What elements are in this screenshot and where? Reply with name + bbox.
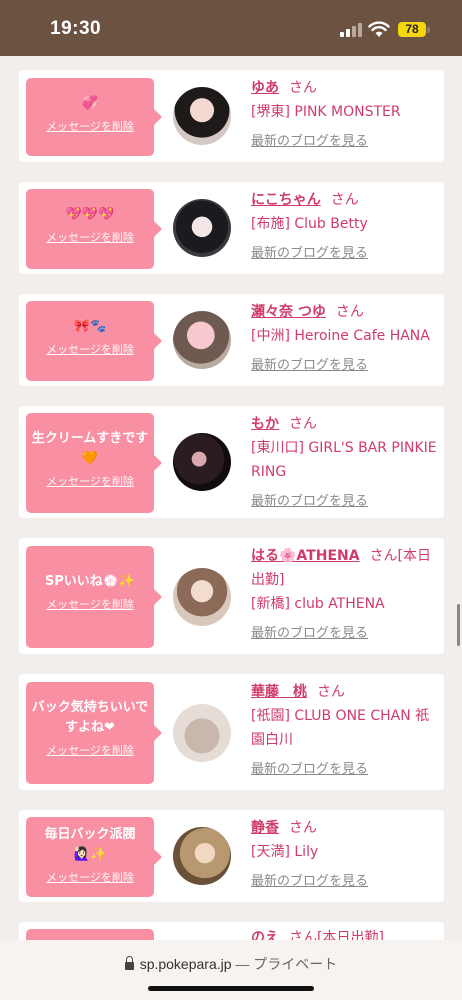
shop-name: [新橋] club ATHENA bbox=[251, 596, 385, 612]
honorific: さん bbox=[289, 416, 317, 432]
shop-name: [祇園] CLUB ONE CHAN 祇園白川 bbox=[251, 708, 430, 748]
avatar[interactable] bbox=[173, 827, 231, 885]
delete-message-link[interactable]: メッセージを削除 bbox=[30, 869, 150, 885]
avatar[interactable] bbox=[173, 568, 231, 626]
shop-name: [東川口] GIRL'S BAR PINKIE RING bbox=[251, 440, 437, 480]
cast-name-link[interactable]: にこちゃん bbox=[251, 192, 321, 208]
delete-message-link[interactable]: メッセージを削除 bbox=[30, 341, 150, 357]
message-text: 💞 bbox=[81, 96, 99, 111]
message-bubble: 生クリームすきです🧡 メッセージを削除 bbox=[26, 413, 162, 513]
honorific: さん bbox=[289, 80, 317, 96]
cast-name-link[interactable]: 瀬々奈 つゆ bbox=[251, 304, 326, 320]
honorific: さん bbox=[330, 192, 359, 208]
latest-blog-link[interactable]: 最新のブログを見る bbox=[251, 242, 439, 261]
message-bubble: バック気持ちいいですよね❤ メッセージを削除 bbox=[26, 682, 162, 784]
latest-blog-link[interactable]: 最新のブログを見る bbox=[251, 870, 439, 889]
message-bubble: 💖💖💖 メッセージを削除 bbox=[26, 189, 162, 269]
honorific: さん bbox=[289, 820, 317, 836]
message-text: 💖💖💖 bbox=[65, 207, 115, 222]
cellular-signal-icon bbox=[340, 23, 362, 37]
delete-message-link[interactable]: メッセージを削除 bbox=[30, 742, 150, 758]
battery-icon: 78 bbox=[398, 22, 426, 37]
message-text: 🎀🐾 bbox=[73, 319, 107, 334]
shop-name: [天満] Lily bbox=[251, 844, 319, 860]
message-text: SPいいね💮✨ bbox=[44, 574, 136, 589]
latest-blog-link[interactable]: 最新のブログを見る bbox=[251, 490, 439, 509]
avatar[interactable] bbox=[173, 87, 231, 145]
cast-name-link[interactable]: はる🌸ATHENA bbox=[251, 548, 360, 564]
honorific: さん bbox=[335, 304, 364, 320]
shop-name: [中洲] Heroine Cafe HANA bbox=[251, 328, 430, 344]
url-domain: sp.pokepara.jp bbox=[139, 956, 232, 972]
honorific: さん bbox=[317, 684, 345, 700]
shop-name: [堺東] PINK MONSTER bbox=[251, 104, 401, 120]
latest-blog-link[interactable]: 最新のブログを見る bbox=[251, 130, 439, 149]
message-bubble: SPいいね💮✨ メッセージを削除 bbox=[26, 546, 162, 648]
shop-name: [布施] Club Betty bbox=[251, 216, 368, 232]
wifi-icon bbox=[368, 21, 390, 37]
private-label: — プライベート bbox=[235, 956, 338, 972]
avatar[interactable] bbox=[173, 704, 231, 762]
lock-icon bbox=[124, 956, 134, 970]
message-bubble: 💞 メッセージを削除 bbox=[26, 78, 162, 156]
latest-blog-link[interactable]: 最新のブログを見る bbox=[251, 758, 439, 777]
cast-name-link[interactable]: 静香 bbox=[251, 820, 279, 836]
cast-name-link[interactable]: ゆあ bbox=[251, 80, 279, 96]
message-card: 毎日バック派閥🙋🏻‍♀️✨ メッセージを削除 静香 さん [天満] Lily 最新… bbox=[19, 810, 444, 902]
delete-message-link[interactable]: メッセージを削除 bbox=[30, 596, 150, 612]
message-text: バック気持ちいいですよね❤ bbox=[31, 700, 149, 735]
latest-blog-link[interactable]: 最新のブログを見る bbox=[251, 354, 439, 373]
status-bar: 19:30 78 bbox=[0, 0, 462, 56]
message-bubble: 🎀🐾 メッセージを削除 bbox=[26, 301, 162, 381]
home-indicator[interactable] bbox=[148, 986, 314, 991]
avatar[interactable] bbox=[173, 311, 231, 369]
latest-blog-link[interactable]: 最新のブログを見る bbox=[251, 622, 439, 641]
avatar[interactable] bbox=[173, 433, 231, 491]
delete-message-link[interactable]: メッセージを削除 bbox=[30, 118, 150, 134]
message-card: 💖💖💖 メッセージを削除 にこちゃん さん [布施] Club Betty 最新の… bbox=[19, 182, 444, 274]
message-card: バック気持ちいいですよね❤ メッセージを削除 華藤 桃さん [祇園] CLUB … bbox=[19, 674, 444, 790]
message-text: 生クリームすきです🧡 bbox=[31, 431, 149, 466]
message-card: 生クリームすきです🧡 メッセージを削除 もか さん [東川口] GIRL'S BA… bbox=[19, 406, 444, 518]
delete-message-link[interactable]: メッセージを削除 bbox=[30, 229, 150, 245]
message-card: 💞 メッセージを削除 ゆあ さん [堺東] PINK MONSTER 最新のブログ… bbox=[19, 70, 444, 162]
scroll-indicator[interactable] bbox=[457, 604, 460, 646]
battery-tip bbox=[427, 27, 430, 33]
cast-name-link[interactable]: 華藤 桃 bbox=[251, 684, 307, 700]
avatar[interactable] bbox=[173, 199, 231, 257]
cast-name-link[interactable]: もか bbox=[251, 416, 279, 432]
message-card: SPいいね💮✨ メッセージを削除 はる🌸ATHENA さん[本日出勤] [新橋] … bbox=[19, 538, 444, 654]
message-text: 毎日バック派閥🙋🏻‍♀️✨ bbox=[44, 827, 136, 862]
browser-url-bar[interactable]: sp.pokepara.jp — プライベート bbox=[0, 940, 462, 1000]
message-bubble: 毎日バック派閥🙋🏻‍♀️✨ メッセージを削除 bbox=[26, 817, 162, 897]
delete-message-link[interactable]: メッセージを削除 bbox=[30, 473, 150, 489]
message-card: 🎀🐾 メッセージを削除 瀬々奈 つゆ さん [中洲] Heroine Cafe H… bbox=[19, 294, 444, 386]
status-time: 19:30 bbox=[50, 18, 102, 39]
